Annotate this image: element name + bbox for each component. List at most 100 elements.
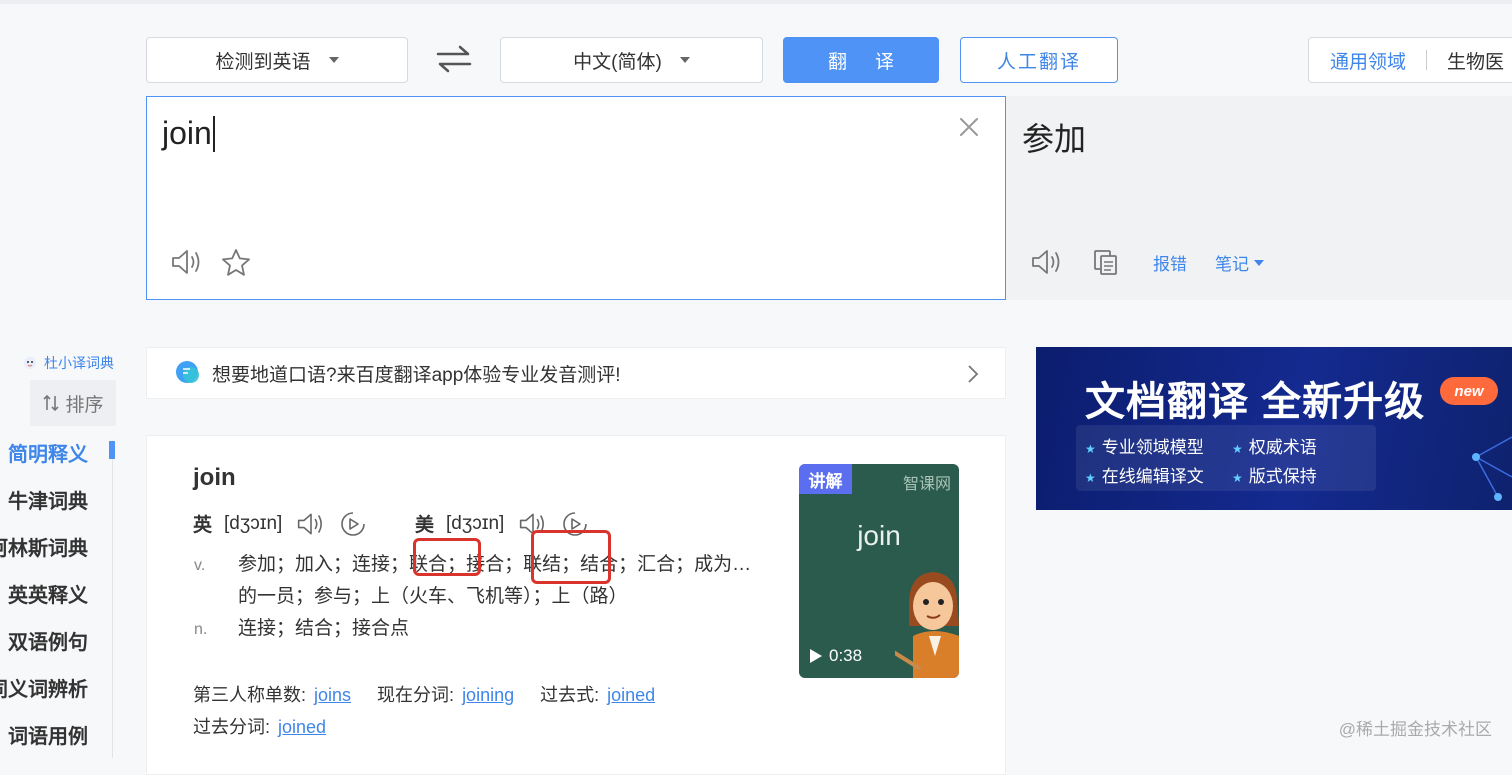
replay-icon[interactable] <box>340 511 366 537</box>
ad-feature: ★ 专业领域模型 <box>1085 438 1204 457</box>
app-promo-banner[interactable]: 想要地道口语?来百度翻译app体验专业发音测评! <box>146 347 1006 399</box>
present-participle-link[interactable]: joining <box>462 685 514 705</box>
chevron-down-icon <box>1254 259 1264 266</box>
dictionary-card: join 英 [dʒɔɪn] 美 [dʒɔɪn] v. 参加；加入；连接；联合；… <box>146 435 1006 775</box>
divider <box>1426 50 1428 70</box>
uk-label: 英 <box>193 515 213 536</box>
definition: 汇合； <box>637 554 695 575</box>
target-language-select[interactable]: 中文(简体) <box>500 37 763 83</box>
ad-title: 文档翻译 全新升级 <box>1085 380 1426 424</box>
sidebar-active-marker <box>109 441 115 459</box>
domain-bio-tab[interactable]: 生物医 <box>1447 47 1504 74</box>
chevron-down-icon <box>679 57 690 63</box>
part-of-speech: n. <box>194 621 208 638</box>
ad-feature-text: 版式保持 <box>1248 467 1317 486</box>
ad-feature: ★ 在线编辑译文 <box>1085 467 1204 486</box>
dictionary-brand-label: 杜小译词典 <box>44 355 114 371</box>
definition: 加入； <box>295 554 353 575</box>
sort-icon <box>43 394 60 412</box>
speaker-icon[interactable] <box>296 511 326 537</box>
sidebar-track <box>112 440 113 758</box>
past-tense-label: 过去式: <box>540 685 600 705</box>
dictionary-brand: 杜小译词典 <box>22 353 114 373</box>
word-forms-row: 第三人称单数: joins 现在分词: joining 过去式: joined <box>193 681 655 707</box>
past-tense-link[interactable]: joined <box>607 685 655 705</box>
sidebar-item-synonyms[interactable]: 同义词辨析 <box>0 673 88 702</box>
star-icon[interactable] <box>221 248 251 278</box>
mascot-icon <box>24 357 36 369</box>
translation-output-panel: 参加 报错 笔记 <box>1006 96 1512 300</box>
sidebar-item-collins[interactable]: 柯林斯词典 <box>0 532 88 561</box>
document-translation-ad[interactable]: 文档翻译 全新升级 new ★ 专业领域模型 ★ 权威术语 ★ 在线编辑译文 ★ 版式保… <box>1036 347 1512 510</box>
us-label: 美 <box>415 515 435 536</box>
sidebar-item-english-english[interactable]: 英英释义 <box>8 579 88 608</box>
sort-label: 排序 <box>65 394 104 416</box>
video-word: join <box>857 520 901 551</box>
watermark: @稀土掘金技术社区 <box>1338 720 1492 739</box>
close-icon[interactable] <box>957 115 981 139</box>
notes-label: 笔记 <box>1215 255 1249 274</box>
definition-list-verb: 参加；加入；连接；联合；接合；联结；结合；汇合；成为…的一员；参与；上（火车、飞… <box>238 549 768 613</box>
source-language-label: 检测到英语 <box>215 51 311 73</box>
definition: 连接； <box>352 554 410 575</box>
definition: 参与； <box>314 586 372 607</box>
past-participle-link[interactable]: joined <box>278 717 326 737</box>
chevron-right-icon <box>968 365 979 383</box>
sidebar-item-usage[interactable]: 词语用例 <box>8 720 88 749</box>
human-translate-button[interactable]: 人工翻译 <box>960 37 1118 83</box>
us-ipa: [dʒɔɪn] <box>446 512 505 534</box>
definition: 连接； <box>238 618 296 639</box>
word-forms-row: 过去分词: joined <box>193 713 326 739</box>
top-strip <box>0 0 1512 4</box>
teacher-illustration <box>895 572 959 678</box>
video-lesson-thumbnail[interactable]: 讲解 智课网 join 0:38 <box>799 464 959 678</box>
sidebar-item-oxford[interactable]: 牛津词典 <box>8 485 88 514</box>
sidebar-item-concise[interactable]: 简明释义 <box>8 438 88 467</box>
notes-menu[interactable]: 笔记 <box>1215 250 1264 275</box>
sidebar-item-bilingual-examples[interactable]: 双语例句 <box>8 626 88 655</box>
uk-pronunciation: 英 [dʒɔɪn] <box>193 510 380 537</box>
video-duration-label: 0:38 <box>829 646 863 665</box>
app-logo-icon <box>176 361 199 383</box>
chevron-down-icon <box>328 57 339 63</box>
source-text-input[interactable]: join <box>162 115 215 152</box>
target-language-label: 中文(简体) <box>573 51 662 73</box>
highlight-box <box>531 530 611 584</box>
highlight-box <box>413 538 481 576</box>
definition: 上（路） <box>551 586 628 607</box>
text-cursor <box>212 115 215 152</box>
report-error-link[interactable]: 报错 <box>1153 250 1187 275</box>
ad-feature: ★ 版式保持 <box>1232 467 1317 486</box>
third-person-label: 第三人称单数: <box>193 685 307 705</box>
definition: 接合点 <box>352 618 410 639</box>
source-text-panel[interactable]: join <box>146 96 1006 300</box>
translate-button[interactable]: 翻译 <box>783 37 939 83</box>
play-icon[interactable] <box>809 648 823 664</box>
ad-feature-text: 专业领域模型 <box>1101 438 1204 457</box>
source-text-value: join <box>162 115 212 151</box>
definition-list-noun: 连接；结合；接合点 <box>238 613 768 645</box>
ad-feature: ★ 权威术语 <box>1232 438 1317 457</box>
ad-feature-text: 权威术语 <box>1248 438 1317 457</box>
headword: join <box>193 464 236 491</box>
new-badge: new <box>1440 377 1498 405</box>
swap-languages-icon[interactable] <box>436 44 472 74</box>
video-tag: 讲解 <box>799 464 852 494</box>
uk-ipa: [dʒɔɪn] <box>224 512 283 534</box>
part-of-speech: v. <box>194 557 206 574</box>
speaker-icon[interactable] <box>1030 248 1064 276</box>
sort-button[interactable]: 排序 <box>30 380 116 426</box>
copy-icon[interactable] <box>1092 248 1120 276</box>
promo-text: 想要地道口语?来百度翻译app体验专业发音测评! <box>212 364 621 386</box>
definition: 参加； <box>238 554 296 575</box>
speaker-icon[interactable] <box>170 248 204 276</box>
definition: 结合； <box>295 618 353 639</box>
domain-selector: 通用领域 生物医 <box>1308 37 1512 83</box>
third-person-link[interactable]: joins <box>314 685 351 705</box>
video-duration: 0:38 <box>809 646 862 666</box>
translation-text: 参加 <box>1022 121 1087 157</box>
present-participle-label: 现在分词: <box>377 685 455 705</box>
source-language-select[interactable]: 检测到英语 <box>146 37 408 83</box>
video-source: 智课网 <box>902 476 951 493</box>
domain-general-tab[interactable]: 通用领域 <box>1330 47 1406 74</box>
